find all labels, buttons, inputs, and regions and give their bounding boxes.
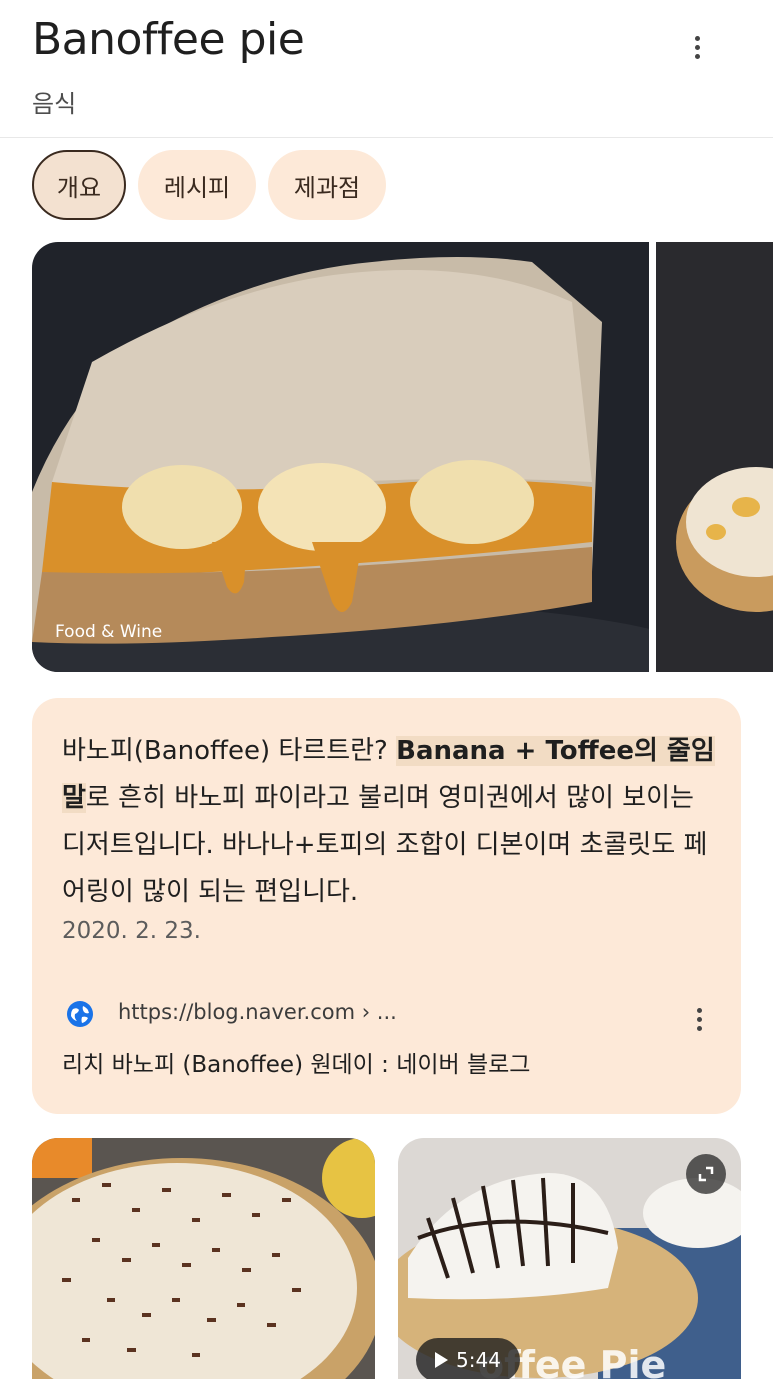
source-url[interactable]: https://blog.naver.com › ... [118,1000,397,1024]
more-vert-icon[interactable] [680,30,714,64]
header: Banoffee pie 음식 [0,0,773,138]
secondary-image[interactable] [656,242,773,672]
image-source-caption: Food & Wine [55,622,163,642]
chip-overview[interactable]: 개요 [32,150,126,220]
source-title-link[interactable]: 리치 바노피 (Banoffee) 원데이 : 네이버 블로그 [62,1045,530,1079]
featured-snippet-card: 바노피(Banoffee) 타르트란? Banana + Toffee의 줄임말… [32,698,741,1114]
globe-icon [67,1001,93,1027]
play-icon [435,1352,449,1368]
chip-bakery[interactable]: 제과점 [268,150,386,220]
video-duration: 5:44 [456,1348,501,1372]
snippet-text-before: 바노피(Banoffee) 타르트란? [62,736,397,766]
expand-icon[interactable] [686,1154,726,1194]
hero-image[interactable]: Food & Wine [32,242,649,672]
video-tile[interactable]: offee Pie 5:44 [398,1138,741,1379]
video-duration-badge[interactable]: 5:44 [416,1338,520,1379]
snippet-text-after: 로 흔히 바노피 파이라고 불리며 영미권에서 많이 보이는 디저트입니다. 바… [62,783,708,907]
image-tile[interactable] [32,1138,375,1379]
chip-recipe[interactable]: 레시피 [138,150,256,220]
source-more-icon[interactable] [687,1004,711,1034]
page-title: Banoffee pie [32,14,305,65]
filter-chips: 개요 레시피 제과점 [32,150,386,220]
snippet-date: 2020. 2. 23. [62,918,201,944]
snippet-text: 바노피(Banoffee) 타르트란? Banana + Toffee의 줄임말… [62,728,722,916]
page-subtitle: 음식 [32,90,77,118]
